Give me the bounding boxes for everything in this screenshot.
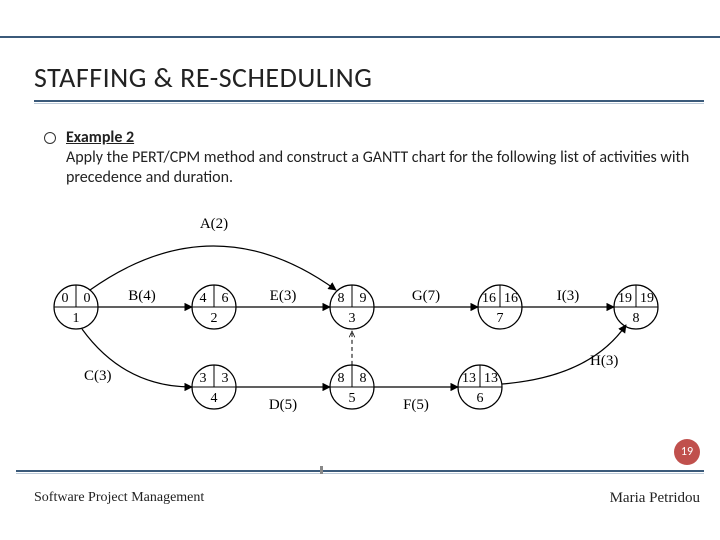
svg-text:D(5): D(5) xyxy=(269,397,297,413)
svg-text:3: 3 xyxy=(200,371,207,386)
svg-text:2: 2 xyxy=(211,311,218,326)
bottom-rule xyxy=(16,470,704,474)
body-text: Example 2 Apply the PERT/CPM method and … xyxy=(44,128,696,188)
node-3: 8 9 3 xyxy=(330,285,374,329)
slide: STAFFING & RE-SCHEDULING Example 2 Apply… xyxy=(0,0,720,540)
svg-text:6: 6 xyxy=(477,391,484,406)
svg-text:4: 4 xyxy=(211,391,218,406)
divider-mark xyxy=(320,466,323,474)
svg-text:8: 8 xyxy=(633,311,640,326)
footer-right: Maria Petridou xyxy=(610,490,700,507)
bullet-item: Example 2 Apply the PERT/CPM method and … xyxy=(44,128,696,188)
bullet-marker-icon xyxy=(44,132,56,144)
svg-text:13: 13 xyxy=(462,371,476,386)
node-8: 19 19 8 xyxy=(614,285,658,329)
svg-text:F(5): F(5) xyxy=(403,397,429,413)
svg-text:5: 5 xyxy=(349,391,356,406)
example-title: Example 2 xyxy=(66,128,134,147)
svg-text:19: 19 xyxy=(618,291,632,306)
svg-text:19: 19 xyxy=(640,291,654,306)
node-6: 13 13 6 xyxy=(458,365,502,409)
svg-text:G(7): G(7) xyxy=(412,288,440,304)
svg-text:0: 0 xyxy=(62,291,69,306)
node-5: 8 8 5 xyxy=(330,365,374,409)
node-7: 16 16 7 xyxy=(478,285,522,329)
svg-text:0: 0 xyxy=(84,291,91,306)
svg-text:8: 8 xyxy=(338,291,345,306)
node-2: 4 6 2 xyxy=(192,285,236,329)
bullet-text: Example 2 Apply the PERT/CPM method and … xyxy=(66,128,696,188)
svg-text:B(4): B(4) xyxy=(128,288,156,304)
svg-text:16: 16 xyxy=(504,291,518,306)
page-title: STAFFING & RE-SCHEDULING xyxy=(34,60,372,95)
node-1: 0 0 1 xyxy=(54,285,98,329)
page-number: 19 xyxy=(681,445,693,459)
svg-text:I(3): I(3) xyxy=(557,288,580,304)
svg-text:E(3): E(3) xyxy=(270,288,297,304)
svg-text:6: 6 xyxy=(222,291,229,306)
svg-text:8: 8 xyxy=(338,371,345,386)
svg-text:13: 13 xyxy=(484,371,498,386)
svg-text:3: 3 xyxy=(349,311,356,326)
top-bar xyxy=(0,0,720,38)
edge-A xyxy=(90,246,336,290)
title-underline xyxy=(34,100,704,104)
svg-text:H(3): H(3) xyxy=(590,353,618,369)
svg-text:8: 8 xyxy=(360,371,367,386)
svg-text:A(2): A(2) xyxy=(200,216,228,232)
svg-text:3: 3 xyxy=(222,371,229,386)
example-description: Apply the PERT/CPM method and construct … xyxy=(66,148,689,187)
footer-left: Software Project Management xyxy=(34,490,204,506)
svg-text:9: 9 xyxy=(360,291,367,306)
svg-text:7: 7 xyxy=(497,311,504,326)
svg-text:1: 1 xyxy=(73,311,80,326)
svg-text:C(3): C(3) xyxy=(84,368,112,384)
svg-text:16: 16 xyxy=(482,291,496,306)
svg-text:4: 4 xyxy=(200,291,207,306)
page-number-badge: 19 xyxy=(674,439,700,465)
node-4: 3 3 4 xyxy=(192,365,236,409)
pert-diagram: 0 0 1 4 6 2 8 9 3 xyxy=(34,212,688,418)
